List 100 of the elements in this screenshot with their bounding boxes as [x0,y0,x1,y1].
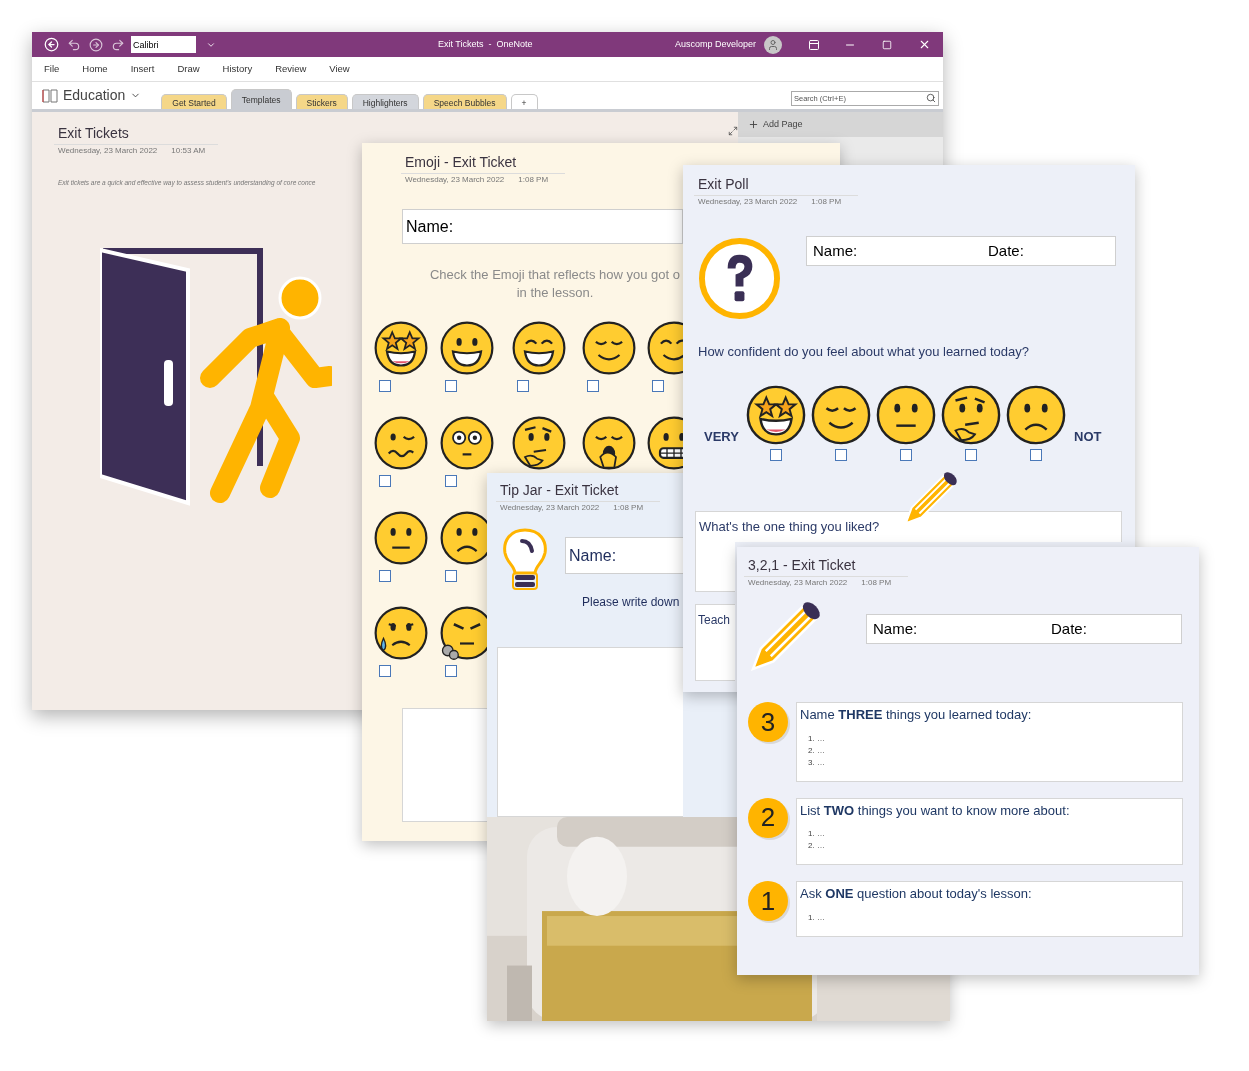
number-badge: 3 [748,702,788,742]
section-tab[interactable]: Highlighters [351,94,419,109]
ribbon-display-icon[interactable] [808,38,820,51]
list-item: 2. … [808,840,826,852]
page-time: 1:08 PM [811,197,842,207]
answer-box[interactable]: List TWO things you want to know more about: 1. … 2. … [796,797,1183,865]
forward-icon[interactable] [89,37,103,52]
avatar-icon [764,35,782,54]
menu-item[interactable]: File [44,61,60,77]
name-field[interactable]: Name: [565,537,683,574]
search-icon[interactable] [926,93,936,103]
checkbox[interactable] [964,448,977,461]
page-date: Wednesday, 23 March 2022 [405,175,505,185]
list-item: 3. … [808,756,826,769]
emoji-face-icon [1004,383,1067,446]
checkbox[interactable] [379,475,391,487]
section-tab[interactable]: Speech Bubbles [422,94,507,109]
question-mark-icon [698,237,781,320]
menu-item[interactable]: Review [275,61,307,77]
section-tab[interactable]: + [510,94,538,109]
emoji-face-icon [581,415,637,471]
checkbox[interactable] [587,380,599,392]
page-title: Tip Jar - Exit Ticket [500,481,620,499]
close-icon[interactable] [918,38,931,51]
menu-item[interactable]: View [329,61,350,77]
emoji-face-icon [809,383,872,446]
answer-box[interactable]: Ask ONE question about today's lesson: 1. … [796,881,1183,937]
emoji-face-icon [439,415,495,471]
instruction-text: Please write down [582,594,681,611]
name-date-field[interactable]: Name: Date: [866,614,1182,644]
emoji-face-icon [511,415,567,471]
name-field[interactable]: Name: [402,209,683,244]
expand-icon[interactable] [728,126,738,136]
notebook-icon [42,88,58,103]
checkbox[interactable] [445,665,457,677]
checkbox[interactable] [379,665,391,677]
list-item: 1. … [808,911,826,924]
back-icon[interactable] [44,37,59,52]
answer-box[interactable]: Name THREE things you learned today: 1. … 2. … 3. … [796,702,1183,782]
light-bulb-icon [500,527,550,593]
page-date: Wednesday, 23 March 2022 [58,146,158,156]
emoji-face-icon [581,320,637,376]
checkbox[interactable] [445,380,457,392]
number-badge: 1 [748,881,788,921]
answer-box[interactable]: Teach [695,603,735,681]
redo-icon[interactable] [111,37,125,52]
undo-icon[interactable] [67,37,81,52]
menu-item[interactable]: Insert [130,61,155,77]
section-tab[interactable]: Stickers [295,94,348,109]
prompt-text: Ask ONE question about today's lesson: [800,885,1033,903]
checkbox[interactable] [445,475,457,487]
page-title: Emoji - Exit Ticket [405,153,518,171]
notebook-selector[interactable]: Education [42,85,142,106]
font-field[interactable]: Calibri [131,36,196,53]
page-time: 1:08 PM [518,175,549,185]
list-item: 2. … [808,744,826,757]
instruction-text: Check the Emoji that reflects how you got o [430,266,680,284]
page-date: Wednesday, 23 March 2022 [698,197,798,207]
plus-icon [748,119,759,130]
page-title: 3,2,1 - Exit Ticket [748,556,857,574]
emoji-face-icon [439,320,495,376]
checkbox[interactable] [1029,448,1042,461]
checkbox[interactable] [517,380,529,392]
menu-item[interactable]: History [222,61,253,77]
emoji-face-icon [373,320,429,376]
list-item: 1. … [808,828,826,840]
emoji-face-icon [373,510,429,566]
page-time: 1:08 PM [861,578,892,588]
instruction-text: in the lesson. [516,284,594,302]
page-title: Exit Poll [698,175,750,193]
scale-label: NOT [1074,427,1102,446]
menu-item[interactable]: Draw [177,61,200,77]
maximize-icon[interactable] [882,39,892,50]
menu-item[interactable]: Home [82,61,108,77]
checkbox[interactable] [445,570,457,582]
checkbox[interactable] [379,570,391,582]
window-title: Exit Tickets - OneNote [438,37,533,51]
page-title: Exit Tickets [58,124,130,142]
page-date: Wednesday, 23 March 2022 [500,503,600,513]
user-name: Auscomp Developer [674,37,756,51]
checkbox[interactable] [899,448,912,461]
emoji-face-icon [874,383,937,446]
page-time: 1:08 PM [613,503,644,513]
list-item: 1. … [808,732,826,745]
emoji-face-icon [511,320,567,376]
section-tab[interactable]: Templates [230,89,292,109]
emoji-face-icon [939,383,1002,446]
emoji-face-icon [373,415,429,471]
question-text: How confident do you feel about what you learned today? [698,343,1030,361]
checkbox[interactable] [379,380,391,392]
checkbox[interactable] [652,380,664,392]
checkbox[interactable] [834,448,847,461]
emoji-face-icon [744,383,807,446]
checkbox[interactable] [769,448,782,461]
answer-box[interactable]: What's the one thing you liked? [695,510,1122,542]
section-tab[interactable]: Get Started [161,94,227,109]
prompt-text: List TWO things you want to know more about: [800,801,1071,820]
name-date-field[interactable]: Name: Date: [806,236,1116,266]
page-date: Wednesday, 23 March 2022 [748,578,848,588]
add-page-button[interactable]: Add Page [738,112,943,137]
